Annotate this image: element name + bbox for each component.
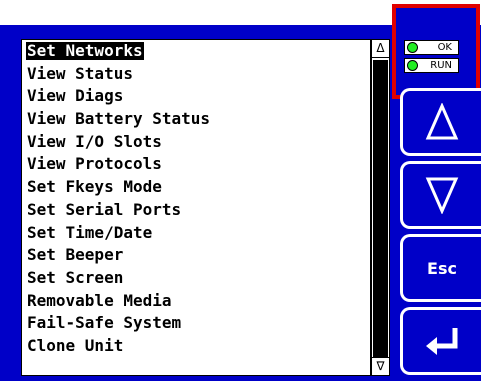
enter-button[interactable] xyxy=(400,307,481,375)
menu-item-view-battery-status[interactable]: View Battery Status xyxy=(25,108,212,131)
menu-item-view-io-slots[interactable]: View I/O Slots xyxy=(25,131,212,154)
menu-item-view-status[interactable]: View Status xyxy=(25,63,212,86)
menu-item-fail-safe-system[interactable]: Fail-Safe System xyxy=(25,312,212,335)
menu-item-clone-unit[interactable]: Clone Unit xyxy=(25,335,212,358)
ok-led-icon xyxy=(407,42,418,53)
up-button[interactable] xyxy=(400,88,481,156)
ok-indicator: OK xyxy=(404,40,459,55)
enter-arrow-icon xyxy=(426,328,458,355)
menu-item-set-time-date[interactable]: Set Time/Date xyxy=(25,222,212,245)
up-triangle-icon xyxy=(425,103,459,140)
menu-list: Set Networks View Status View Diags View… xyxy=(25,40,212,358)
esc-label: Esc xyxy=(427,258,457,278)
scroll-up-button[interactable]: Δ xyxy=(372,40,389,58)
run-led-icon xyxy=(407,60,418,71)
menu-item-set-screen[interactable]: Set Screen xyxy=(25,267,212,290)
menu-item-set-fkeys-mode[interactable]: Set Fkeys Mode xyxy=(25,176,212,199)
run-label: RUN xyxy=(430,60,452,71)
scroll-thumb[interactable] xyxy=(373,60,388,360)
down-triangle-icon xyxy=(425,177,459,214)
menu-item-set-beeper[interactable]: Set Beeper xyxy=(25,244,212,267)
scroll-down-button[interactable]: ∇ xyxy=(372,357,389,375)
down-button[interactable] xyxy=(400,161,481,229)
ok-label: OK xyxy=(437,42,452,53)
esc-button[interactable]: Esc xyxy=(400,234,481,302)
run-indicator: RUN xyxy=(404,58,459,73)
menu-item-set-networks[interactable]: Set Networks xyxy=(25,40,212,63)
menu-item-view-protocols[interactable]: View Protocols xyxy=(25,153,212,176)
menu-item-view-diags[interactable]: View Diags xyxy=(25,85,212,108)
menu-item-removable-media[interactable]: Removable Media xyxy=(25,290,212,313)
menu-scrollbar[interactable]: Δ ∇ xyxy=(371,39,390,376)
menu-list-box: Set Networks View Status View Diags View… xyxy=(21,39,371,376)
menu-item-set-serial-ports[interactable]: Set Serial Ports xyxy=(25,199,212,222)
